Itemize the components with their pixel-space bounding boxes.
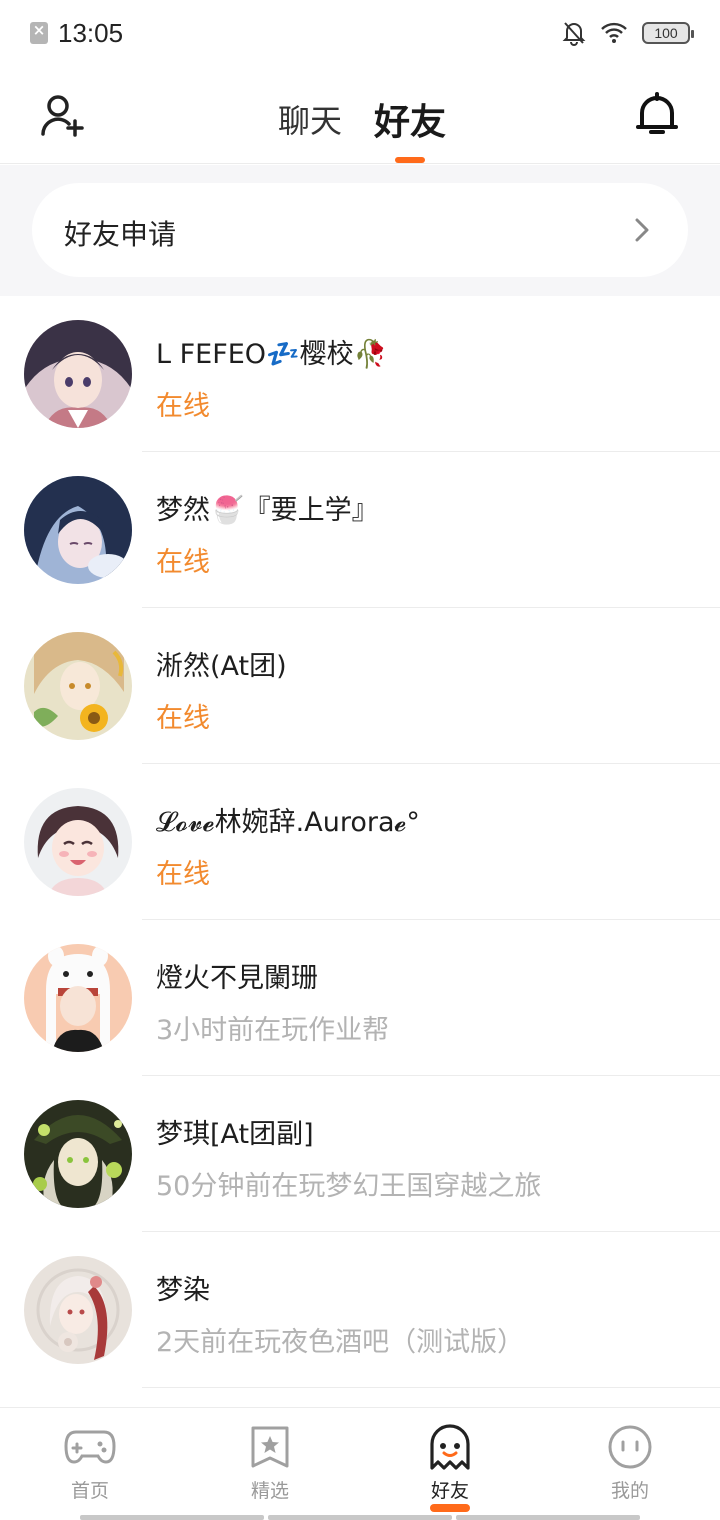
friend-list-item[interactable]: 燈火不見闌珊 3小时前在玩作业帮 — [0, 920, 720, 1076]
friend-status: 3小时前在玩作业帮 — [156, 1015, 390, 1046]
chevron-right-icon — [635, 218, 649, 242]
friend-status: 在线 — [156, 391, 210, 422]
friend-list-item[interactable]: 梦染 2天前在玩夜色酒吧（测试版） — [0, 1232, 720, 1388]
home-indicator-segment — [268, 1515, 452, 1520]
avatar[interactable] — [24, 1256, 132, 1364]
avatar[interactable] — [24, 944, 132, 1052]
friend-name: 淅然(At团) — [156, 651, 287, 682]
friend-list: L FEFEO💤樱校🥀 在线 梦然🍧『要上学』 在线 淅然(At团) 在线 𝓛𝓸… — [0, 296, 720, 1388]
avatar[interactable] — [24, 320, 132, 428]
nav-label-featured: 精选 — [250, 1480, 289, 1502]
nav-active-indicator — [430, 1504, 470, 1512]
tab-friends[interactable]: 好友 — [374, 93, 446, 145]
status-left: 13:05 — [30, 18, 123, 49]
bottom-nav: 首页 精选 好友 我的 — [0, 1407, 720, 1520]
top-header: 聊天 好友 — [0, 66, 720, 164]
status-bar: 13:05 100 — [0, 0, 720, 66]
friend-status: 在线 — [156, 547, 210, 578]
friend-request-label: 好友申请 — [64, 218, 177, 251]
home-indicator-segment — [456, 1515, 640, 1520]
battery-icon: 100 — [642, 22, 694, 44]
friend-name: 梦然🍧『要上学』 — [156, 495, 379, 526]
status-time: 13:05 — [58, 17, 124, 48]
nav-label-home: 首页 — [70, 1480, 109, 1502]
nav-item-featured[interactable]: 精选 — [220, 1424, 320, 1510]
ghost-icon — [430, 1424, 470, 1470]
avatar[interactable] — [24, 632, 132, 740]
friend-list-item[interactable]: 梦琪[At团副] 50分钟前在玩梦幻王国穿越之旅 — [0, 1076, 720, 1232]
bell-icon[interactable] — [632, 90, 682, 140]
sim-off-icon — [30, 21, 48, 44]
friend-status: 2天前在玩夜色酒吧（测试版） — [156, 1327, 525, 1358]
status-right: 100 — [562, 20, 694, 46]
friend-name: 燈火不見闌珊 — [156, 963, 318, 994]
active-tab-indicator — [395, 157, 425, 163]
tab-chat[interactable]: 聊天 — [278, 96, 342, 142]
friend-request-section: 好友申请 — [0, 165, 720, 296]
avatar[interactable] — [24, 1100, 132, 1208]
nav-item-friends[interactable]: 好友 — [400, 1424, 500, 1512]
friend-status: 在线 — [156, 703, 210, 734]
friend-name: L FEFEO💤樱校🥀 — [156, 339, 388, 370]
friend-list-item[interactable]: 梦然🍧『要上学』 在线 — [0, 452, 720, 608]
friend-list-item[interactable]: 淅然(At团) 在线 — [0, 608, 720, 764]
gamepad-icon — [64, 1430, 116, 1464]
home-indicator — [80, 1515, 640, 1520]
nav-label-friends: 好友 — [430, 1480, 469, 1502]
avatar[interactable] — [24, 788, 132, 896]
nav-item-home[interactable]: 首页 — [40, 1424, 140, 1510]
friend-status: 在线 — [156, 859, 210, 890]
friend-name: 梦琪[At团副] — [156, 1119, 314, 1150]
nav-label-mine: 我的 — [610, 1480, 649, 1502]
friend-name: 𝓛𝓸𝓿𝓮林婉辞.Aurora𝓮° — [156, 807, 420, 838]
friend-status: 50分钟前在玩梦幻王国穿越之旅 — [156, 1171, 542, 1202]
friend-name: 梦染 — [156, 1275, 210, 1306]
add-friend-icon[interactable] — [38, 92, 88, 142]
bell-mute-icon — [562, 22, 586, 46]
home-indicator-segment — [80, 1515, 264, 1520]
avatar[interactable] — [24, 476, 132, 584]
friend-request-button[interactable]: 好友申请 — [32, 183, 688, 277]
battery-level: 100 — [654, 25, 678, 41]
friend-list-item[interactable]: 𝓛𝓸𝓿𝓮林婉辞.Aurora𝓮° 在线 — [0, 764, 720, 920]
nav-item-mine[interactable]: 我的 — [580, 1424, 680, 1510]
face-icon — [608, 1425, 652, 1469]
friend-list-item[interactable]: L FEFEO💤樱校🥀 在线 — [0, 296, 720, 452]
wifi-icon — [601, 22, 627, 43]
star-badge-icon — [251, 1426, 289, 1468]
